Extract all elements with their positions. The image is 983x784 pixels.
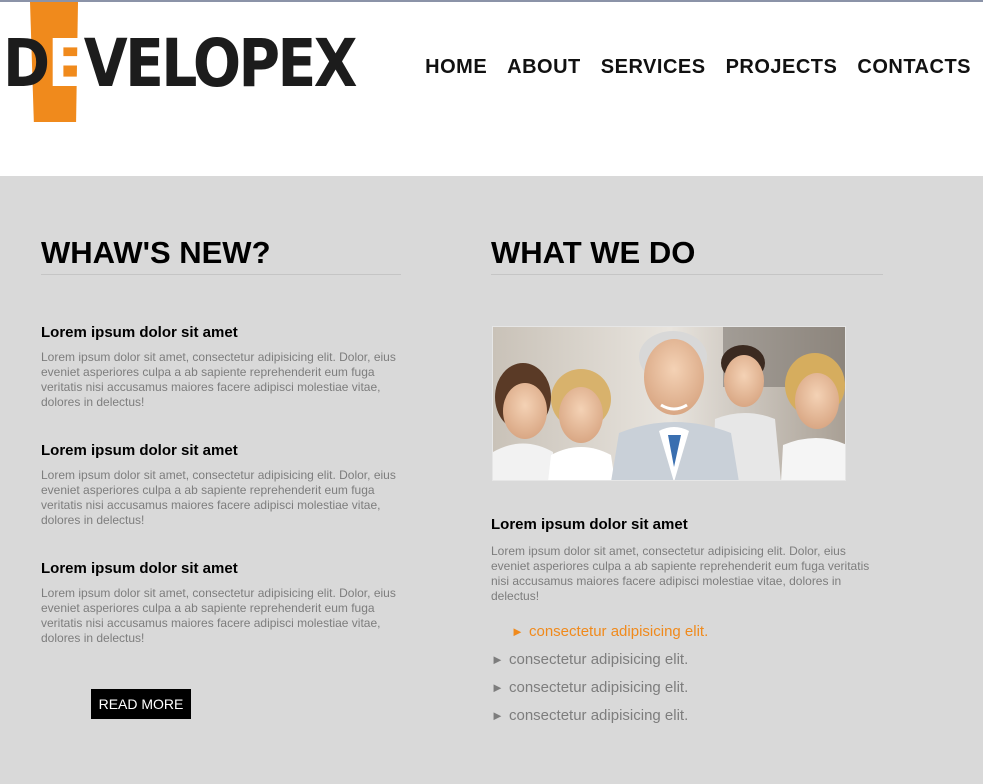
logo-letter-e: E bbox=[47, 25, 87, 102]
nav-services[interactable]: SERVICES bbox=[601, 56, 706, 79]
site-header: DEVELOPEX HOME ABOUT SERVICES PROJECTS C… bbox=[0, 0, 983, 176]
list-item-label: consectetur adipisicing elit. bbox=[509, 651, 689, 668]
nav-home[interactable]: HOME bbox=[425, 56, 487, 79]
whats-new-section: WHAW'S NEW? Lorem ipsum dolor sit amet L… bbox=[41, 236, 401, 719]
logo-letters-rest: VELOPEX bbox=[83, 25, 358, 102]
nav-projects[interactable]: PROJECTS bbox=[726, 56, 838, 79]
team-photo-illustration bbox=[493, 327, 845, 480]
list-item[interactable]: ► consectetur adipisicing elit. bbox=[491, 650, 883, 678]
news-text: Lorem ipsum dolor sit amet, consectetur … bbox=[41, 586, 396, 645]
news-heading[interactable]: Lorem ipsum dolor sit amet bbox=[41, 324, 401, 342]
arrow-right-icon: ► bbox=[491, 652, 504, 667]
arrow-right-icon: ► bbox=[511, 624, 524, 639]
what-we-do-text: Lorem ipsum dolor sit amet, consectetur … bbox=[491, 544, 870, 603]
list-item[interactable]: ► consectetur adipisicing elit. bbox=[491, 706, 883, 734]
news-heading[interactable]: Lorem ipsum dolor sit amet bbox=[41, 442, 401, 460]
list-item-label: consectetur adipisicing elit. bbox=[529, 623, 709, 640]
services-list: ► consectetur adipisicing elit. ► consecte… bbox=[491, 622, 883, 734]
arrow-right-icon: ► bbox=[491, 680, 504, 695]
developex-logo[interactable]: DEVELOPEX bbox=[3, 2, 358, 127]
news-heading[interactable]: Lorem ipsum dolor sit amet bbox=[41, 560, 401, 578]
news-item: Lorem ipsum dolor sit amet Lorem ipsum d… bbox=[41, 442, 401, 528]
news-item: Lorem ipsum dolor sit amet Lorem ipsum d… bbox=[41, 324, 401, 410]
main-nav: HOME ABOUT SERVICES PROJECTS CONTACTS bbox=[425, 56, 971, 79]
news-item: Lorem ipsum dolor sit amet Lorem ipsum d… bbox=[41, 560, 401, 646]
read-more-button[interactable]: READ MORE bbox=[91, 689, 191, 719]
arrow-right-icon: ► bbox=[491, 708, 504, 723]
what-we-do-title: WHAT WE DO bbox=[491, 236, 883, 275]
nav-contacts[interactable]: CONTACTS bbox=[857, 56, 971, 79]
logo-wordmark: DEVELOPEX bbox=[3, 25, 358, 102]
list-item-label: consectetur adipisicing elit. bbox=[509, 679, 689, 696]
team-photo bbox=[492, 326, 846, 481]
list-item[interactable]: ► consectetur adipisicing elit. bbox=[491, 622, 883, 650]
logo-letter-d: D bbox=[3, 25, 50, 102]
nav-about[interactable]: ABOUT bbox=[507, 56, 581, 79]
whats-new-title: WHAW'S NEW? bbox=[41, 236, 401, 275]
news-text: Lorem ipsum dolor sit amet, consectetur … bbox=[41, 350, 396, 409]
list-item[interactable]: ► consectetur adipisicing elit. bbox=[491, 678, 883, 706]
list-item-label: consectetur adipisicing elit. bbox=[509, 707, 689, 724]
what-we-do-section: WHAT WE DO Lorem ipsum dolor sit amet Lo… bbox=[491, 236, 883, 724]
news-text: Lorem ipsum dolor sit amet, consectetur … bbox=[41, 468, 396, 527]
what-we-do-heading[interactable]: Lorem ipsum dolor sit amet bbox=[491, 516, 688, 534]
